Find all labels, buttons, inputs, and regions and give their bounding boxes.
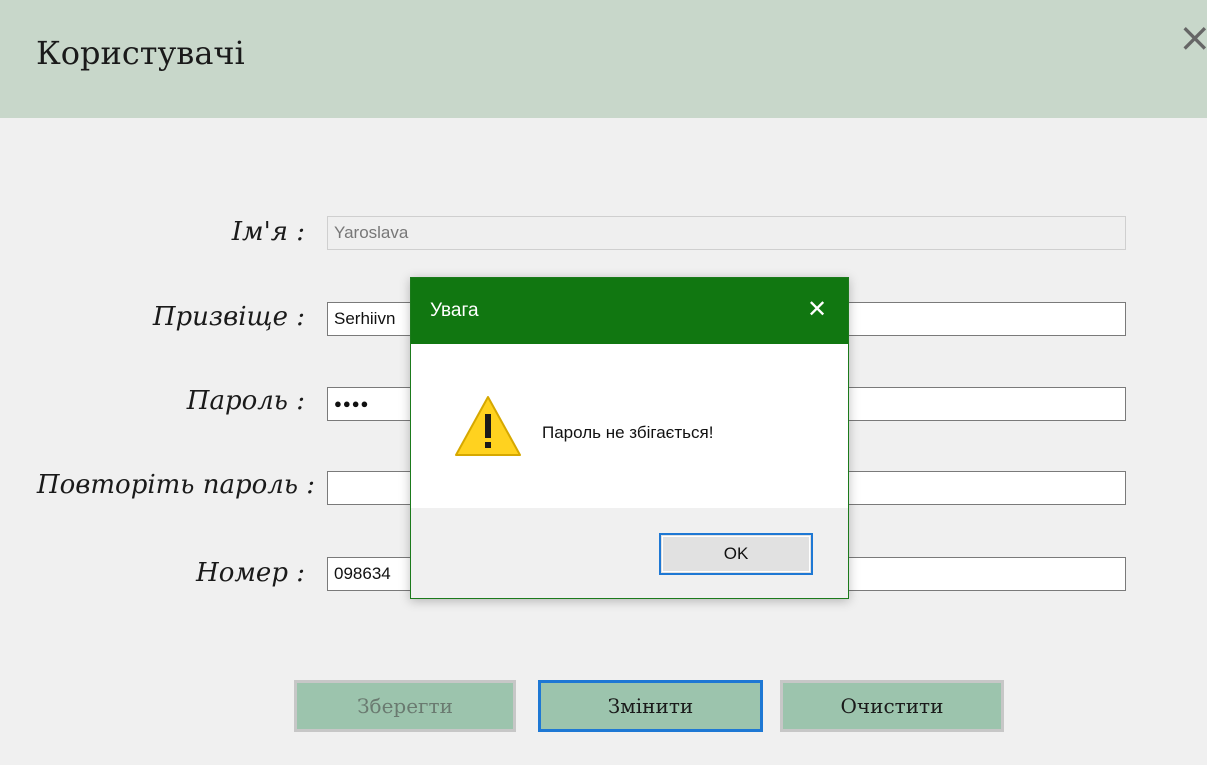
surname-label: Призвіще : bbox=[152, 302, 305, 332]
dialog-message: Пароль не збігається! bbox=[542, 423, 714, 442]
repeat-password-label: Повторіть пароль : bbox=[36, 470, 315, 500]
change-button[interactable]: Змінити bbox=[538, 680, 763, 732]
window-title: Користувачі bbox=[36, 34, 245, 72]
name-label: Ім'я : bbox=[231, 217, 305, 247]
password-label: Пароль : bbox=[186, 386, 305, 416]
dialog-close-icon[interactable]: ✕ bbox=[803, 294, 831, 324]
warning-icon bbox=[455, 396, 521, 456]
clear-button[interactable]: Очистити bbox=[780, 680, 1004, 732]
ok-button[interactable]: OK bbox=[659, 533, 813, 575]
warning-dialog: Увага ✕ Пароль не збігається! OK bbox=[410, 277, 849, 599]
name-field[interactable]: Yaroslava bbox=[327, 216, 1126, 250]
dialog-footer: OK bbox=[411, 508, 848, 598]
dialog-titlebar: Увага ✕ bbox=[411, 278, 848, 344]
save-button[interactable]: Зберегти bbox=[294, 680, 516, 732]
dialog-title: Увага bbox=[430, 300, 479, 321]
close-icon[interactable]: × bbox=[1178, 18, 1207, 58]
number-label: Номер : bbox=[196, 558, 305, 588]
dialog-body: Пароль не збігається! bbox=[411, 344, 848, 508]
window-header: Користувачі bbox=[0, 0, 1207, 118]
